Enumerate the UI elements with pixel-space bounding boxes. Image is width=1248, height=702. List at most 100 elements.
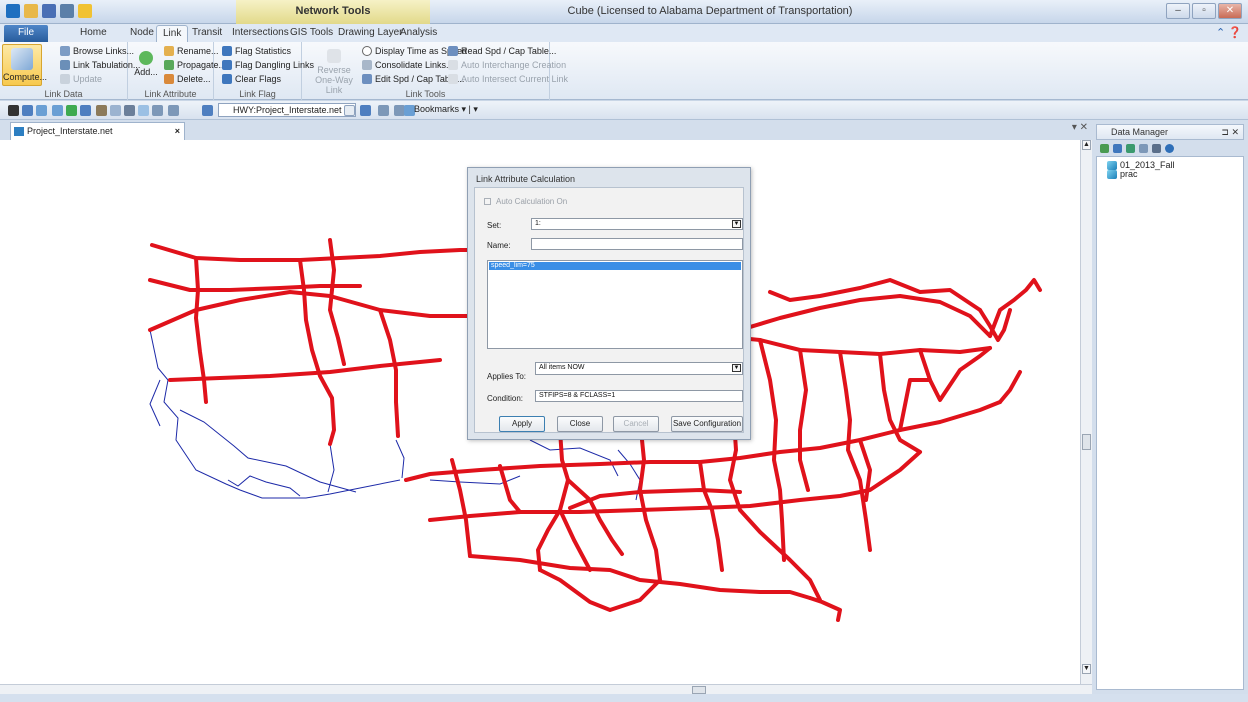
update-button[interactable]: Update bbox=[60, 74, 102, 84]
tree-item-prac[interactable]: prac bbox=[1107, 169, 1138, 179]
dropdown-arrow-icon[interactable] bbox=[344, 105, 355, 116]
browse-links-button[interactable]: Browse Links... bbox=[60, 46, 134, 56]
dropdown-arrow-icon[interactable]: ▼ bbox=[732, 220, 741, 228]
reverse-one-way-link-button[interactable]: Reverse One-Way Link bbox=[310, 46, 358, 95]
scroll-up-arrow[interactable]: ▲ bbox=[1082, 140, 1091, 150]
tab-gis-tools[interactable]: GIS Tools bbox=[290, 27, 333, 38]
interstate-link bbox=[878, 352, 922, 454]
cube-icon bbox=[1107, 169, 1117, 179]
open-data-icon[interactable] bbox=[1113, 143, 1122, 153]
interstate-link bbox=[988, 278, 1042, 338]
context-tab-title: Network Tools bbox=[236, 0, 430, 24]
set-dropdown[interactable]: 1: ▼ bbox=[531, 218, 743, 230]
base-link bbox=[179, 409, 357, 493]
help-icon[interactable]: ⌃ ❓ bbox=[1216, 26, 1242, 39]
tab-transit[interactable]: Transit bbox=[192, 27, 222, 38]
tab-intersections[interactable]: Intersections bbox=[232, 27, 289, 38]
name-input[interactable] bbox=[531, 238, 743, 250]
layer-props-icon[interactable] bbox=[360, 105, 371, 116]
data-manager-panel: Data Manager ⊐ ✕ 01_2013_Fall prac bbox=[1092, 120, 1248, 694]
applies-to-dropdown[interactable]: All items NOW ▼ bbox=[535, 362, 743, 375]
dialog-title: Link Attribute Calculation bbox=[476, 174, 576, 184]
zoom-out-icon[interactable] bbox=[52, 105, 63, 116]
settings-icon[interactable] bbox=[1152, 143, 1161, 153]
open-folder-icon[interactable] bbox=[24, 4, 38, 18]
properties-icon[interactable] bbox=[1139, 143, 1148, 153]
add-attribute-button[interactable]: Add... bbox=[132, 48, 160, 86]
interstate-link bbox=[468, 554, 812, 600]
dropdown-arrow-icon[interactable]: ▼ bbox=[732, 364, 741, 372]
undo-icon[interactable] bbox=[60, 4, 74, 18]
map-horizontal-scrollbar[interactable] bbox=[0, 684, 1092, 694]
document-controls[interactable]: ▾ ✕ bbox=[1072, 122, 1088, 133]
tab-link[interactable]: Link bbox=[156, 25, 189, 42]
read-spd-cap-table-button[interactable]: Read Spd / Cap Table... bbox=[448, 46, 556, 56]
layers-icon[interactable] bbox=[168, 105, 179, 116]
rename-button[interactable]: Rename... bbox=[164, 46, 219, 56]
minimize-button[interactable]: – bbox=[1166, 3, 1190, 19]
interstate-link bbox=[798, 348, 810, 492]
cube-application: Network Tools Cube (Licensed to Alabama … bbox=[0, 0, 1248, 702]
list-icon[interactable] bbox=[152, 105, 163, 116]
browse-links-label: Browse Links... bbox=[73, 46, 135, 56]
group-label: Link Flag bbox=[239, 89, 276, 99]
help-icon[interactable] bbox=[1165, 143, 1174, 153]
ribbon: Compute... Browse Links... Link Tabulati… bbox=[0, 42, 1248, 100]
bookmarks-button[interactable]: Bookmarks ▾ | ▾ bbox=[414, 104, 478, 115]
zoom-in-icon[interactable] bbox=[36, 105, 47, 116]
document-tab-project-interstate[interactable]: Project_Interstate.net (E:\ArcGIS\01_20.… bbox=[10, 122, 185, 152]
auto-intersect-button[interactable]: Auto Intersect Current Link bbox=[448, 74, 568, 84]
flag-statistics-button[interactable]: Flag Statistics bbox=[222, 46, 291, 56]
close-button[interactable]: Close bbox=[557, 416, 603, 432]
select-arrow-icon[interactable] bbox=[8, 105, 19, 116]
apply-button[interactable]: Apply bbox=[499, 416, 545, 432]
reverse-label-line1: Reverse bbox=[317, 65, 351, 75]
save-configuration-button[interactable]: Save Configuration bbox=[671, 416, 743, 432]
vertical-scroll-thumb[interactable] bbox=[1082, 434, 1091, 450]
cancel-button[interactable]: Cancel bbox=[613, 416, 659, 432]
save-icon[interactable] bbox=[42, 4, 56, 18]
horizontal-scroll-thumb[interactable] bbox=[692, 686, 706, 694]
set-value: 1: bbox=[535, 220, 541, 227]
update-label: Update bbox=[73, 74, 103, 84]
tab-file[interactable]: File bbox=[4, 25, 48, 42]
active-layer-dropdown[interactable]: HWY:Project_Interstate.net bbox=[218, 103, 356, 117]
scroll-down-arrow[interactable]: ▼ bbox=[1082, 664, 1091, 674]
transfer-icon[interactable] bbox=[1126, 143, 1135, 153]
close-tab-icon[interactable]: × bbox=[175, 123, 180, 139]
flag-icon bbox=[222, 46, 232, 56]
identify-icon[interactable] bbox=[124, 105, 135, 116]
globe-icon[interactable] bbox=[66, 105, 77, 116]
forward-icon[interactable] bbox=[80, 105, 91, 116]
map-vertical-scrollbar[interactable]: ▲ ▼ bbox=[1080, 140, 1092, 684]
flag-dangling-button[interactable]: Flag Dangling Links bbox=[222, 60, 314, 70]
clear-flags-button[interactable]: Clear Flags bbox=[222, 74, 281, 84]
add-label: Add... bbox=[134, 67, 158, 77]
auto-interchange-button[interactable]: Auto Interchange Creation bbox=[448, 60, 566, 70]
back-icon[interactable] bbox=[22, 105, 33, 116]
app-icon[interactable] bbox=[6, 4, 20, 18]
tab-node[interactable]: Node bbox=[130, 27, 154, 38]
tabulation-icon bbox=[60, 60, 70, 70]
delete-button[interactable]: Delete... bbox=[164, 74, 211, 84]
pan-hand-icon[interactable] bbox=[96, 105, 107, 116]
highlight-icon[interactable] bbox=[78, 4, 92, 18]
table-view-icon[interactable] bbox=[378, 105, 389, 116]
condition-input[interactable]: STFIPS=8 & FCLASS=1 bbox=[535, 390, 743, 402]
expression-list[interactable]: speed_lim=75 bbox=[487, 260, 743, 349]
compute-button[interactable]: Compute... bbox=[2, 44, 47, 86]
maximize-button[interactable]: ▫ bbox=[1192, 3, 1216, 19]
full-extent-icon[interactable] bbox=[110, 105, 121, 116]
panel-pin-close-icon[interactable]: ⊐ ✕ bbox=[1221, 125, 1239, 139]
add-data-icon[interactable] bbox=[1100, 143, 1109, 153]
table-icon bbox=[362, 74, 372, 84]
auto-calculation-checkbox[interactable]: Auto Calculation On bbox=[484, 197, 567, 206]
expression-row-selected[interactable]: speed_lim=75 bbox=[489, 262, 741, 270]
interstate-link bbox=[450, 458, 472, 558]
tab-analysis[interactable]: Analysis bbox=[400, 27, 437, 38]
refresh-icon[interactable] bbox=[138, 105, 149, 116]
tab-drawing-layer[interactable]: Drawing Layer bbox=[338, 27, 402, 38]
tab-home[interactable]: Home bbox=[80, 27, 107, 38]
consolidate-links-button[interactable]: Consolidate Links... bbox=[362, 60, 454, 70]
close-window-button[interactable]: ✕ bbox=[1218, 3, 1242, 19]
